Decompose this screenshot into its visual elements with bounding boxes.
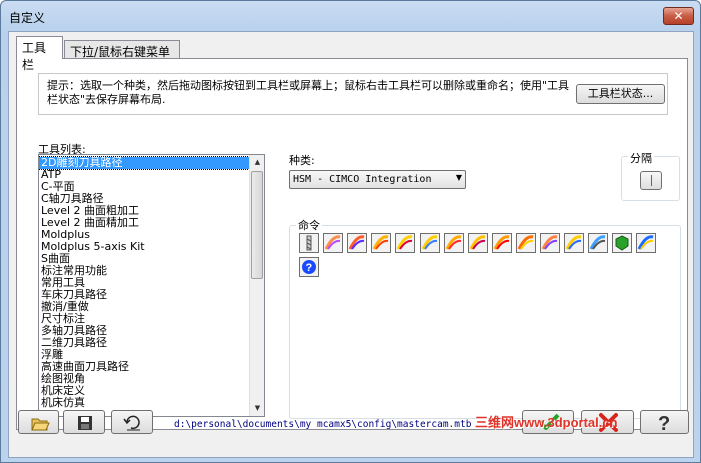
help-question-icon: ? xyxy=(658,413,670,435)
commands-label: 命令 xyxy=(296,217,322,233)
svg-text:?: ? xyxy=(658,413,670,433)
tab-context-menus[interactable]: 下拉/鼠标右键菜单 xyxy=(64,40,180,60)
hsm-flat-icon xyxy=(421,235,439,255)
list-item[interactable]: Moldplus 5-axis Kit xyxy=(39,241,251,253)
undo-arrow-icon xyxy=(123,415,140,431)
close-icon: ✕ xyxy=(673,9,684,23)
list-item[interactable]: 2D雕刻刀具路径 xyxy=(39,156,252,170)
command-button[interactable] xyxy=(612,233,633,255)
command-button[interactable] xyxy=(540,233,560,253)
tool-setting-icon xyxy=(637,235,655,255)
hsm-pencil-icon xyxy=(469,235,487,255)
tab-label: 下拉/鼠标右键菜单 xyxy=(70,45,171,59)
hint-box: 提示：选取一个种类，然后拖动图标按钮到工具栏或屏幕上；鼠标右击工具栏可以删除或重… xyxy=(38,73,668,115)
hsm-contour-icon xyxy=(348,235,366,255)
hsm-morph-icon xyxy=(565,235,583,255)
stock-cube-icon xyxy=(613,235,631,255)
scroll-up-arrow-icon[interactable]: ▲ xyxy=(250,155,264,170)
hsm-finish-icon xyxy=(372,235,390,255)
category-label: 种类: xyxy=(289,154,315,167)
customize-dialog: 自定义 ✕ 工具栏 下拉/鼠标右键菜单 提示：选取一个种类，然后拖动图标按钮到工… xyxy=(0,0,701,463)
command-button[interactable] xyxy=(395,233,416,255)
command-button[interactable] xyxy=(491,233,512,255)
help-button[interactable]: ? xyxy=(640,410,689,435)
toolbar-listbox[interactable]: 2D雕刻刀具路径 ATP C-平面 C轴刀具路径 Level 2 曲面粗加工 Level … xyxy=(38,154,265,417)
command-button[interactable] xyxy=(371,233,392,255)
folder-open-icon xyxy=(31,418,50,431)
category-selected-value: HSM - CIMCO Integration xyxy=(293,174,432,185)
watermark-text: 三维网www.3dportal.cn xyxy=(475,415,618,430)
window-title: 自定义 xyxy=(9,11,46,25)
dropdown-arrow-icon: ▼ xyxy=(455,173,462,182)
command-button[interactable] xyxy=(299,233,319,253)
close-button[interactable]: ✕ xyxy=(663,7,694,25)
hsm-rest-icon xyxy=(493,235,511,255)
command-button[interactable] xyxy=(419,233,440,255)
reset-toolbar-button[interactable] xyxy=(111,410,153,434)
separator-button[interactable] xyxy=(640,171,662,190)
hsm-parallel-icon xyxy=(396,235,414,255)
toolbar-list-items: 2D雕刻刀具路径 ATP C-平面 C轴刀具路径 Level 2 曲面粗加工 Level … xyxy=(39,156,252,409)
drill-icon xyxy=(300,235,318,255)
list-item[interactable]: 二维刀具路径 xyxy=(39,337,251,349)
command-button[interactable] xyxy=(636,233,657,255)
category-select[interactable]: HSM - CIMCO Integration ▼ xyxy=(289,170,466,189)
command-button[interactable] xyxy=(564,233,585,255)
hint-text: 提示：选取一个种类，然后拖动图标按钮到工具栏或屏幕上；鼠标右击工具栏可以删除或重… xyxy=(47,79,570,106)
list-item[interactable]: 机床仿真 xyxy=(39,397,251,409)
command-button[interactable] xyxy=(515,233,536,255)
command-button[interactable] xyxy=(323,233,344,255)
dialog-client-area: 工具栏 下拉/鼠标右键菜单 提示：选取一个种类，然后拖动图标按钮到工具栏或屏幕上… xyxy=(8,31,694,458)
toolbars-tab-panel: 提示：选取一个种类，然后拖动图标按钮到工具栏或屏幕上；鼠标右击工具栏可以删除或重… xyxy=(16,58,688,430)
toolbar-file-path: d:\personal\documents\my mcamx5\config\m… xyxy=(174,419,472,430)
command-button[interactable] xyxy=(347,233,368,255)
hsm-radial-icon xyxy=(517,235,535,255)
hsm-roughing-icon xyxy=(324,235,342,255)
separator-label: 分隔 xyxy=(628,150,654,166)
hsm-scallop-icon xyxy=(445,235,463,255)
open-toolbar-file-button[interactable] xyxy=(18,410,59,434)
save-disk-icon xyxy=(78,416,92,430)
command-button[interactable]: ? xyxy=(299,257,319,277)
simulation-icon xyxy=(589,235,607,255)
tab-toolbars[interactable]: 工具栏 xyxy=(16,36,63,72)
title-bar[interactable]: 自定义 ✕ xyxy=(1,1,700,31)
svg-text:?: ? xyxy=(306,262,313,274)
scroll-down-arrow-icon[interactable]: ▼ xyxy=(250,401,264,416)
hsm-spiral-icon xyxy=(541,235,559,255)
vertical-scrollbar[interactable]: ▲ ▼ xyxy=(249,155,264,416)
toolbar-state-button[interactable]: 工具栏状态... xyxy=(576,84,665,104)
command-button[interactable] xyxy=(588,233,609,255)
save-toolbar-file-button[interactable] xyxy=(63,410,105,434)
command-button[interactable] xyxy=(467,233,488,255)
scroll-thumb[interactable] xyxy=(251,171,263,279)
help-icon: ? xyxy=(300,260,318,279)
command-button[interactable] xyxy=(443,233,464,255)
